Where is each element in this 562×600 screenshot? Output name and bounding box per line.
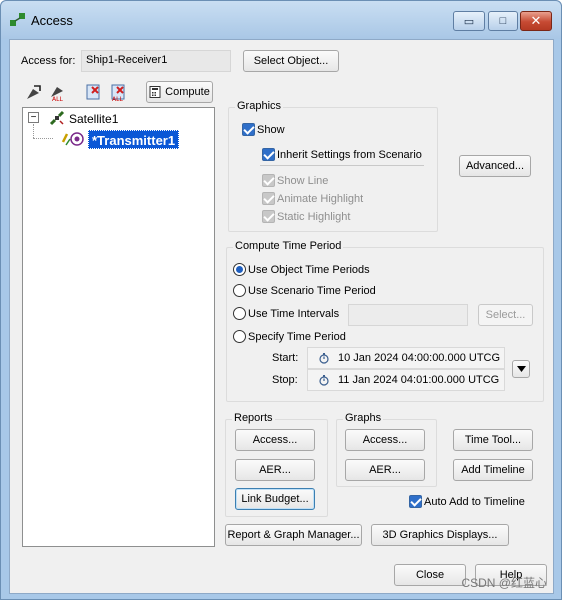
time-period-dropdown-button[interactable] [512,360,530,378]
svg-text:ALL: ALL [52,96,63,101]
stopwatch-icon [319,353,329,364]
show-line-checkbox[interactable] [262,174,275,187]
tree-item-transmitter1[interactable]: *Transmitter1 [88,130,180,149]
close-window-button[interactable]: ✕ [520,11,552,31]
show-checkbox[interactable] [242,123,255,136]
remove-all-access-icon: ALL [111,84,125,101]
object-tree[interactable]: − Satellite1 *Transmitter1 [22,107,215,547]
access-for-label: Access for: [21,55,76,67]
dialog-client-area: Access for: Ship1-Receiver1 Select Objec… [9,39,554,594]
radio-time-intervals-label: Use Time Intervals [248,308,340,320]
report-graph-manager-button[interactable]: Report & Graph Manager... [225,524,362,546]
minimize-button[interactable]: ▭ [453,11,485,31]
access-toolbar-button-2[interactable]: ALL [47,82,69,102]
graphs-access-button[interactable]: Access... [345,429,425,451]
stopwatch-icon [319,375,329,386]
animate-highlight-label: Animate Highlight [277,193,364,205]
animate-highlight-checkbox[interactable] [262,192,275,205]
app-icon [10,13,25,26]
start-time-field[interactable]: 10 Jan 2024 04:00:00.000 UTCG [307,347,505,369]
calculator-icon [149,86,161,98]
access-for-field: Ship1-Receiver1 [81,50,231,72]
close-button[interactable]: Close [394,564,466,586]
show-label: Show [257,124,285,136]
stop-time-field[interactable]: 11 Jan 2024 04:01:00.000 UTCG [307,369,505,391]
tree-item-satellite1[interactable]: Satellite1 [69,112,118,126]
tree-collapse-toggle[interactable]: − [28,112,39,123]
inherit-settings-checkbox[interactable] [262,148,275,161]
svg-text:ALL: ALL [112,96,123,101]
chevron-down-icon [516,366,526,372]
watermark-text: CSDN @红蓝心 [461,576,547,590]
select-object-button[interactable]: Select Object... [243,50,339,72]
reports-aer-button[interactable]: AER... [235,459,315,481]
compute-button[interactable]: Compute [146,81,213,103]
transmitter-icon [61,132,84,146]
tree-connector [33,124,34,138]
time-tool-button[interactable]: Time Tool... [453,429,533,451]
advanced-button[interactable]: Advanced... [459,155,531,177]
radio-specify-time-period-label: Specify Time Period [248,331,346,343]
inherit-settings-label: Inherit Settings from Scenario [277,149,422,161]
stop-label: Stop: [272,374,298,386]
radio-scenario-time-period-label: Use Scenario Time Period [248,285,376,297]
minimize-icon: ▭ [463,15,475,28]
access-toolbar-button-4[interactable]: ALL [107,82,129,102]
window-title: Access [31,13,73,28]
radio-object-time-periods-label: Use Object Time Periods [248,264,370,276]
graphs-group-title: Graphs [343,412,384,424]
auto-add-timeline-label: Auto Add to Timeline [424,496,525,508]
maximize-icon: □ [499,15,507,27]
stop-time-value: 11 Jan 2024 04:01:00.000 UTCG [338,374,500,386]
compute-label: Compute [165,86,210,98]
auto-add-timeline-checkbox[interactable] [409,495,422,508]
reports-access-button[interactable]: Access... [235,429,315,451]
radio-specify-time-period[interactable] [233,330,246,343]
access-window: Access ▭ □ ✕ Access for: Ship1-Receiver1… [0,0,562,600]
time-intervals-field [348,304,468,326]
radio-object-time-periods[interactable] [233,263,246,276]
access-toolbar-button-3[interactable] [82,82,104,102]
start-time-value: 10 Jan 2024 04:00:00.000 UTCG [338,352,501,364]
compute-time-period-title: Compute Time Period [233,240,344,252]
add-timeline-button[interactable]: Add Timeline [453,459,533,481]
satellite-link-icon [27,85,41,99]
satellite-link-all-icon: ALL [51,87,63,101]
tree-connector [33,138,53,139]
title-bar[interactable]: Access ▭ □ ✕ [1,1,561,39]
time-intervals-select-button[interactable]: Select... [478,304,533,326]
radio-time-intervals[interactable] [233,307,246,320]
satellite-icon [49,110,65,126]
3d-graphics-displays-button[interactable]: 3D Graphics Displays... [371,524,509,546]
maximize-button[interactable]: □ [488,11,518,31]
access-toolbar-button-1[interactable] [23,82,45,102]
link-budget-button[interactable]: Link Budget... [235,488,315,510]
remove-access-icon [86,84,100,100]
close-icon: ✕ [530,13,542,28]
static-highlight-label: Static Highlight [277,211,351,223]
reports-group-title: Reports [232,412,275,424]
graphs-aer-button[interactable]: AER... [345,459,425,481]
show-line-label: Show Line [277,175,329,187]
graphics-group-title: Graphics [235,100,284,112]
radio-scenario-time-period[interactable] [233,284,246,297]
static-highlight-checkbox[interactable] [262,210,275,223]
start-label: Start: [272,352,299,364]
